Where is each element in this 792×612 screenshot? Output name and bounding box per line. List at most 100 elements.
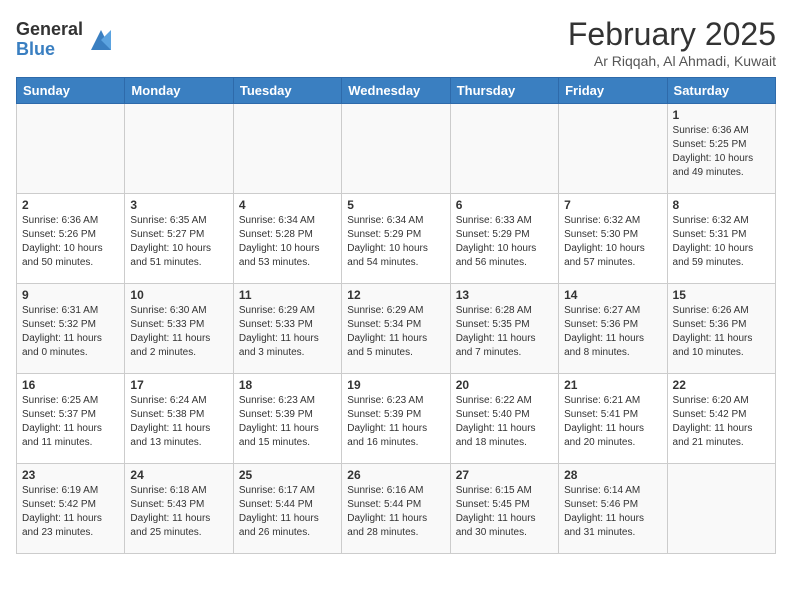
day-info: Sunrise: 6:20 AM Sunset: 5:42 PM Dayligh… <box>673 394 770 450</box>
day-cell: 26Sunrise: 6:16 AM Sunset: 5:44 PM Dayli… <box>342 464 450 554</box>
day-number: 9 <box>22 288 119 302</box>
day-cell <box>559 104 667 194</box>
day-number: 2 <box>22 198 119 212</box>
day-cell: 18 Sunrise: 6:23 AM Sunset: 5:39 PM Dayli… <box>233 374 341 464</box>
day-number: 1 <box>673 108 770 122</box>
day-cell: 9 Sunrise: 6:31 AM Sunset: 5:32 PM Daylig… <box>17 284 125 374</box>
day-info: Sunrise: 6:34 AM Sunset: 5:28 PM Dayligh… <box>239 214 336 270</box>
day-cell: 14 Sunrise: 6:27 AM Sunset: 5:36 PM Dayli… <box>559 284 667 374</box>
day-info: Sunrise: 6:19 AM Sunset: 5:42 PM Dayligh… <box>22 484 119 540</box>
day-cell: 19Sunrise: 6:23 AM Sunset: 5:39 PM Dayli… <box>342 374 450 464</box>
day-info: Sunrise: 6:36 AM Sunset: 5:26 PM Dayligh… <box>22 214 119 270</box>
day-header-monday: Monday <box>125 78 233 104</box>
logo: General Blue <box>16 20 115 60</box>
title-block: February 2025 Ar Riqqah, Al Ahmadi, Kuwa… <box>568 16 776 69</box>
day-info: Sunrise: 6:27 AM Sunset: 5:36 PM Dayligh… <box>564 304 661 360</box>
day-header-saturday: Saturday <box>667 78 775 104</box>
day-info: Sunrise: 6:30 AM Sunset: 5:33 PM Dayligh… <box>130 304 227 360</box>
day-cell <box>667 464 775 554</box>
day-cell: 13Sunrise: 6:28 AM Sunset: 5:35 PM Dayli… <box>450 284 558 374</box>
day-info: Sunrise: 6:23 AM Sunset: 5:39 PM Dayligh… <box>347 394 444 450</box>
day-cell: 7 Sunrise: 6:32 AM Sunset: 5:30 PM Daylig… <box>559 194 667 284</box>
day-cell: 12 Sunrise: 6:29 AM Sunset: 5:34 PM Dayli… <box>342 284 450 374</box>
day-cell: 2 Sunrise: 6:36 AM Sunset: 5:26 PM Daylig… <box>17 194 125 284</box>
day-info: Sunrise: 6:29 AM Sunset: 5:34 PM Dayligh… <box>347 304 444 360</box>
logo-blue-text: Blue <box>16 40 83 60</box>
day-header-thursday: Thursday <box>450 78 558 104</box>
day-header-tuesday: Tuesday <box>233 78 341 104</box>
day-info: Sunrise: 6:32 AM Sunset: 5:31 PM Dayligh… <box>673 214 770 270</box>
day-info: Sunrise: 6:14 AM Sunset: 5:46 PM Dayligh… <box>564 484 661 540</box>
day-cell: 21 Sunrise: 6:21 AM Sunset: 5:41 PM Dayli… <box>559 374 667 464</box>
day-cell: 20Sunrise: 6:22 AM Sunset: 5:40 PM Dayli… <box>450 374 558 464</box>
day-cell <box>17 104 125 194</box>
day-info: Sunrise: 6:21 AM Sunset: 5:41 PM Dayligh… <box>564 394 661 450</box>
day-cell <box>342 104 450 194</box>
day-info: Sunrise: 6:35 AM Sunset: 5:27 PM Dayligh… <box>130 214 227 270</box>
day-number: 11 <box>239 288 336 302</box>
day-cell: 16 Sunrise: 6:25 AM Sunset: 5:37 PM Dayli… <box>17 374 125 464</box>
day-cell: 10 Sunrise: 6:30 AM Sunset: 5:33 PM Dayli… <box>125 284 233 374</box>
day-number: 7 <box>564 198 661 212</box>
day-cell: 27 Sunrise: 6:15 AM Sunset: 5:45 PM Dayli… <box>450 464 558 554</box>
day-number: 14 <box>564 288 661 302</box>
day-cell: 11 Sunrise: 6:29 AM Sunset: 5:33 PM Dayli… <box>233 284 341 374</box>
day-number: 13 <box>456 288 553 302</box>
day-cell <box>233 104 341 194</box>
day-info: Sunrise: 6:32 AM Sunset: 5:30 PM Dayligh… <box>564 214 661 270</box>
day-info: Sunrise: 6:23 AM Sunset: 5:39 PM Dayligh… <box>239 394 336 450</box>
day-cell: 23 Sunrise: 6:19 AM Sunset: 5:42 PM Dayli… <box>17 464 125 554</box>
header-row: SundayMondayTuesdayWednesdayThursdayFrid… <box>17 78 776 104</box>
day-number: 5 <box>347 198 444 212</box>
day-info: Sunrise: 6:15 AM Sunset: 5:45 PM Dayligh… <box>456 484 553 540</box>
day-number: 28 <box>564 468 661 482</box>
page-header: General Blue February 2025 Ar Riqqah, Al… <box>16 16 776 69</box>
day-number: 20 <box>456 378 553 392</box>
day-number: 17 <box>130 378 227 392</box>
day-number: 27 <box>456 468 553 482</box>
day-number: 24 <box>130 468 227 482</box>
day-number: 6 <box>456 198 553 212</box>
day-info: Sunrise: 6:34 AM Sunset: 5:29 PM Dayligh… <box>347 214 444 270</box>
day-cell: 8 Sunrise: 6:32 AM Sunset: 5:31 PM Daylig… <box>667 194 775 284</box>
day-number: 16 <box>22 378 119 392</box>
day-number: 12 <box>347 288 444 302</box>
day-cell: 6 Sunrise: 6:33 AM Sunset: 5:29 PM Daylig… <box>450 194 558 284</box>
day-cell: 25 Sunrise: 6:17 AM Sunset: 5:44 PM Dayli… <box>233 464 341 554</box>
day-info: Sunrise: 6:17 AM Sunset: 5:44 PM Dayligh… <box>239 484 336 540</box>
day-number: 4 <box>239 198 336 212</box>
day-cell <box>125 104 233 194</box>
day-number: 23 <box>22 468 119 482</box>
day-info: Sunrise: 6:29 AM Sunset: 5:33 PM Dayligh… <box>239 304 336 360</box>
day-number: 10 <box>130 288 227 302</box>
day-cell: 4 Sunrise: 6:34 AM Sunset: 5:28 PM Daylig… <box>233 194 341 284</box>
month-title: February 2025 <box>568 16 776 53</box>
day-header-friday: Friday <box>559 78 667 104</box>
week-row-5: 23 Sunrise: 6:19 AM Sunset: 5:42 PM Dayli… <box>17 464 776 554</box>
day-info: Sunrise: 6:25 AM Sunset: 5:37 PM Dayligh… <box>22 394 119 450</box>
day-cell: 1Sunrise: 6:36 AM Sunset: 5:25 PM Daylig… <box>667 104 775 194</box>
day-number: 3 <box>130 198 227 212</box>
day-info: Sunrise: 6:26 AM Sunset: 5:36 PM Dayligh… <box>673 304 770 360</box>
day-info: Sunrise: 6:16 AM Sunset: 5:44 PM Dayligh… <box>347 484 444 540</box>
day-number: 22 <box>673 378 770 392</box>
day-info: Sunrise: 6:18 AM Sunset: 5:43 PM Dayligh… <box>130 484 227 540</box>
week-row-4: 16 Sunrise: 6:25 AM Sunset: 5:37 PM Dayli… <box>17 374 776 464</box>
day-info: Sunrise: 6:33 AM Sunset: 5:29 PM Dayligh… <box>456 214 553 270</box>
day-number: 8 <box>673 198 770 212</box>
day-cell: 5 Sunrise: 6:34 AM Sunset: 5:29 PM Daylig… <box>342 194 450 284</box>
day-number: 21 <box>564 378 661 392</box>
day-info: Sunrise: 6:31 AM Sunset: 5:32 PM Dayligh… <box>22 304 119 360</box>
calendar-table: SundayMondayTuesdayWednesdayThursdayFrid… <box>16 77 776 554</box>
day-cell: 3 Sunrise: 6:35 AM Sunset: 5:27 PM Daylig… <box>125 194 233 284</box>
day-cell: 22 Sunrise: 6:20 AM Sunset: 5:42 PM Dayli… <box>667 374 775 464</box>
day-number: 25 <box>239 468 336 482</box>
week-row-3: 9 Sunrise: 6:31 AM Sunset: 5:32 PM Daylig… <box>17 284 776 374</box>
week-row-1: 1Sunrise: 6:36 AM Sunset: 5:25 PM Daylig… <box>17 104 776 194</box>
day-number: 18 <box>239 378 336 392</box>
location: Ar Riqqah, Al Ahmadi, Kuwait <box>568 53 776 69</box>
day-header-wednesday: Wednesday <box>342 78 450 104</box>
logo-general-text: General <box>16 20 83 40</box>
day-header-sunday: Sunday <box>17 78 125 104</box>
week-row-2: 2 Sunrise: 6:36 AM Sunset: 5:26 PM Daylig… <box>17 194 776 284</box>
